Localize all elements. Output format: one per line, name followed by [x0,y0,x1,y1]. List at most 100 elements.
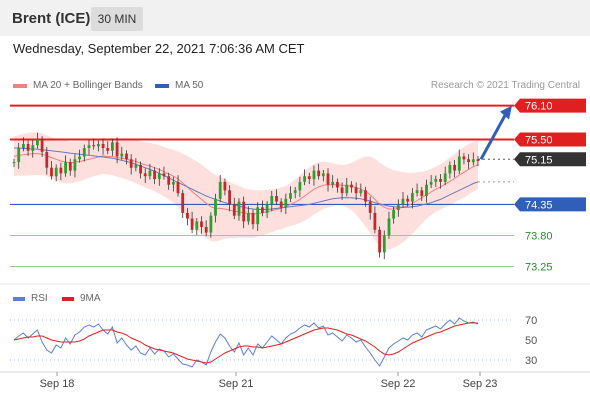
candle-body [331,181,335,185]
candle-body [106,148,110,151]
candle-body [157,173,161,179]
forecast-arrow-shaft [479,112,508,160]
candle-body [364,190,367,202]
candle-body [214,198,217,216]
candle-body [228,190,231,205]
candle-body [443,173,447,182]
candle-body [101,144,105,148]
candle-body [284,198,288,208]
rsi-tick-70: 70 [525,315,537,327]
candle-body [312,170,316,180]
candle-body [453,164,456,171]
candle-body [439,179,442,182]
candle-body [120,153,124,157]
candle-body [321,173,325,177]
candle-body [209,215,213,233]
candle-body [373,212,377,230]
candle-body [359,190,363,194]
candle-body [26,144,30,151]
forecast-arrow-head [500,105,512,120]
candle-body [382,235,386,253]
candle-body [181,193,185,213]
x-tick-label: Sep 21 [219,378,254,390]
candle-body [111,142,114,151]
candle-body [237,201,241,216]
candle-body [434,179,438,182]
candle-body [368,201,372,213]
candle-body [411,193,414,202]
x-tick-label: Sep 23 [463,378,498,390]
candle-body [448,164,452,174]
rsi-tick-50: 50 [525,335,537,347]
candle-body [462,156,466,160]
candle-body [45,151,49,168]
candle-body [289,193,292,199]
candle-body [64,162,67,174]
candle-body [345,184,349,194]
candle-body [218,181,222,199]
candle-body [54,167,58,177]
candle-body [50,167,53,177]
level-label-73.80: 73.80 [525,230,553,242]
candle-body [429,181,433,185]
candle-body [392,210,395,219]
level-label-76.10: 76.10 [525,101,553,113]
candle-body [129,159,133,168]
candle-body [396,204,400,210]
candle-body [73,159,77,171]
candle-body [78,156,81,160]
candle-body [195,221,199,230]
candle-body [162,173,166,177]
candle-body [223,181,227,191]
candle-body [36,139,39,146]
candle-body [298,181,302,191]
candle-body [406,198,410,202]
candle-body [190,218,194,230]
candle-body [326,173,330,185]
candle-body [59,167,63,174]
x-tick-label: Sep 18 [40,378,75,390]
level-label-74.35: 74.35 [525,199,553,211]
candle-body [242,201,246,222]
candle-body [378,229,381,253]
candle-body [97,144,100,147]
candle-body [420,190,424,196]
candle-body [22,144,25,148]
candle-body [17,148,21,163]
candle-body [200,221,203,227]
candle-body [40,139,44,152]
candle-body [336,181,339,188]
candle-body [476,159,480,161]
rsi-ma-line [13,322,478,364]
candle-body [134,164,138,168]
candle-body [153,170,156,180]
rsi-tick-30: 30 [525,355,537,367]
candle-body [251,212,255,225]
candle-body [148,170,152,177]
level-label-73.25: 73.25 [525,262,553,274]
candle-body [401,198,405,205]
candle-body [256,207,260,225]
candle-body [186,212,189,219]
candle-body [415,190,419,194]
candle-body [204,227,208,233]
candle-body [139,164,142,174]
candle-body [172,181,175,185]
candle-body [279,201,283,208]
candle-body [247,212,250,222]
level-label-75.15: 75.15 [525,154,553,166]
candle-body [265,204,269,213]
candle-body [82,148,86,157]
candle-body [340,187,344,194]
candle-body [31,145,35,151]
candle-body [387,218,391,236]
candle-body [176,181,180,194]
candle-body [307,176,311,179]
candle-body [232,204,236,216]
candle-body [471,159,475,163]
candle-body [143,173,147,177]
candle-body [425,184,428,196]
candle-body [125,153,128,160]
candle-body [275,196,278,202]
price-chart[interactable]: 76.10 75.50 75.15 74.35 73.80 73.25 70 50 30 Sep … [0,0,590,400]
